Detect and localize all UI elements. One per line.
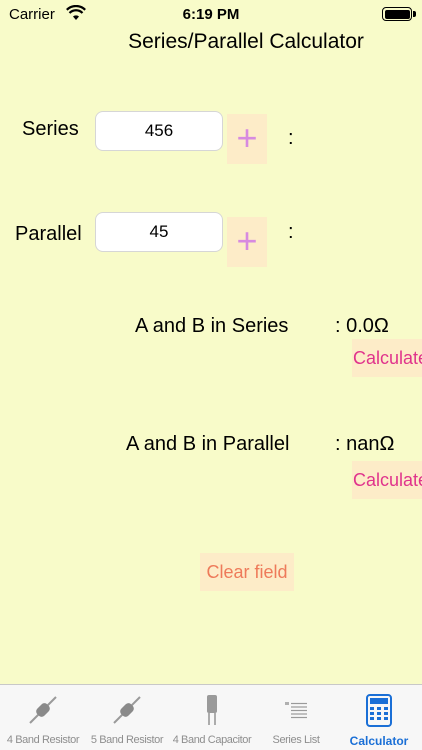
parallel-colon: :: [288, 221, 294, 243]
parallel-result-label: A and B in Parallel: [126, 433, 290, 455]
calculate-series-button[interactable]: Calculate: [352, 339, 422, 377]
list-icon: [285, 702, 307, 719]
resistor-icon: [113, 696, 141, 724]
status-bar: Carrier 6:19 PM: [0, 0, 422, 30]
series-label: Series: [22, 118, 79, 140]
tab-bar: 4 Band Resistor 5 Band Resistor 4 Band C…: [0, 684, 422, 750]
calculate-parallel-button[interactable]: Calculate: [352, 461, 422, 499]
parallel-label: Parallel: [15, 223, 82, 245]
add-series-button[interactable]: +: [227, 114, 267, 164]
parallel-input[interactable]: 45: [95, 212, 223, 252]
series-colon: :: [288, 127, 294, 149]
tab-label: 4 Band Resistor: [6, 734, 80, 746]
status-time: 6:19 PM: [182, 6, 240, 23]
tab-calculator[interactable]: Calculator: [336, 685, 422, 750]
tab-4-band-capacitor[interactable]: 4 Band Capacitor: [168, 685, 256, 750]
parallel-result-value: : nanΩ: [335, 433, 395, 455]
calculator-icon: [366, 694, 392, 727]
capacitor-icon: [207, 695, 217, 725]
series-input[interactable]: 456: [95, 111, 223, 151]
tab-5-band-resistor[interactable]: 5 Band Resistor: [86, 685, 168, 750]
clear-field-button[interactable]: Clear field: [200, 553, 294, 591]
tab-label: 4 Band Capacitor: [172, 734, 252, 746]
tab-label: 5 Band Resistor: [90, 734, 164, 746]
series-result-label: A and B in Series: [135, 315, 289, 337]
add-parallel-button[interactable]: +: [227, 217, 267, 267]
tab-4-band-resistor[interactable]: 4 Band Resistor: [0, 685, 86, 750]
tab-label: Series List: [272, 734, 320, 746]
tab-series-list[interactable]: Series List: [256, 685, 336, 750]
tab-label: Calculator: [349, 734, 409, 748]
battery-icon: [382, 7, 416, 21]
series-result-value: : 0.0Ω: [335, 315, 389, 337]
resistor-icon: [29, 696, 57, 724]
page-title: Series/Parallel Calculator: [128, 30, 364, 53]
